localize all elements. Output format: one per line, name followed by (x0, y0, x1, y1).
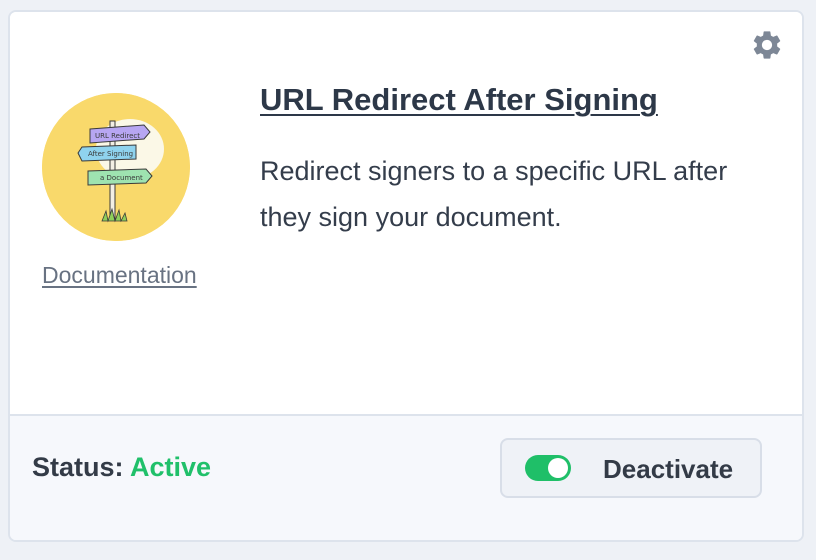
signpost-illustration: URL Redirect After Signing a Document (42, 93, 190, 241)
toggle-knob (548, 458, 568, 478)
gear-icon[interactable] (750, 28, 784, 62)
toggle-switch[interactable] (525, 455, 571, 481)
sign-text-2: After Signing (88, 150, 133, 158)
sign-text-3: a Document (100, 174, 143, 182)
status-value: Active (130, 452, 212, 482)
status-label: Status: (32, 452, 131, 482)
deactivate-button[interactable]: Deactivate (500, 438, 762, 498)
addon-title[interactable]: URL Redirect After Signing (260, 82, 658, 118)
gear-icon-svg (753, 31, 781, 59)
sign-text-1: URL Redirect (95, 132, 140, 140)
documentation-link[interactable]: Documentation (42, 262, 232, 289)
status: Status: Active (32, 452, 211, 483)
addon-description: Redirect signers to a specific URL after… (260, 156, 728, 232)
addon-card-body: URL Redirect After Signing a Document Do… (10, 12, 802, 414)
addon-image: URL Redirect After Signing a Document (42, 93, 190, 241)
deactivate-label: Deactivate (603, 454, 734, 484)
